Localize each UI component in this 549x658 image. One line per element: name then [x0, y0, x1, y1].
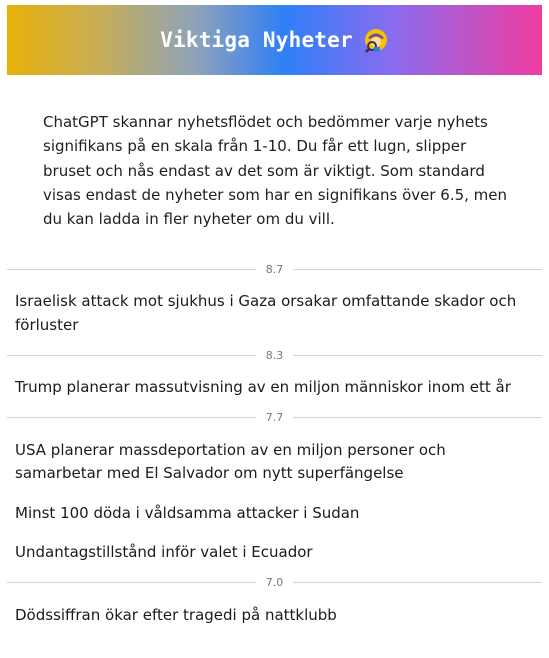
- intro-text: ChatGPT skannar nyhetsflödet och bedömme…: [43, 113, 508, 229]
- news-item[interactable]: USA planerar massdeportation av en miljo…: [7, 429, 542, 486]
- divider-line: [293, 354, 542, 356]
- score-divider: 8.3: [7, 344, 542, 366]
- score-label: 8.3: [265, 348, 284, 362]
- app-header: Viktiga Nyheter: [7, 5, 542, 75]
- news-item[interactable]: Minst 100 döda i våldsamma attacker i Su…: [7, 486, 542, 526]
- divider-line: [7, 582, 256, 583]
- score-divider: 7.7: [7, 407, 542, 429]
- divider-line: [7, 268, 256, 270]
- news-item[interactable]: Trump planerar massutvisning av en miljo…: [7, 366, 542, 400]
- detective-icon: [363, 27, 389, 53]
- divider-line: [293, 582, 542, 583]
- score-label: 8.7: [265, 262, 284, 276]
- divider-line: [293, 417, 542, 418]
- news-feed: 8.7 Israelisk attack mot sjukhus i Gaza …: [7, 258, 542, 627]
- score-label: 7.7: [265, 411, 284, 424]
- news-item[interactable]: Israelisk attack mot sjukhus i Gaza orsa…: [7, 280, 542, 337]
- divider-line: [7, 417, 256, 418]
- news-item[interactable]: Dödssiffran ökar efter tragedi på nattkl…: [7, 594, 542, 628]
- divider-line: [293, 268, 542, 270]
- app-title: Viktiga Nyheter: [160, 28, 353, 52]
- score-label: 7.0: [265, 576, 284, 589]
- score-divider: 7.0: [7, 572, 542, 594]
- score-divider: 8.7: [7, 258, 542, 280]
- news-item[interactable]: Undantagstillstånd inför valet i Ecuador: [7, 525, 542, 565]
- divider-line: [7, 354, 256, 356]
